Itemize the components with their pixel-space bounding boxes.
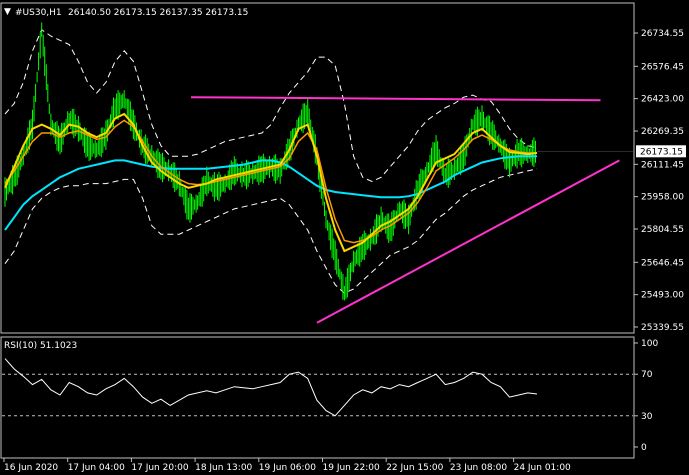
current-price-tag: 26173.15 <box>636 145 686 158</box>
rsi-tick-label: 100 <box>641 339 658 349</box>
time-tick-label: 22 Jun 15:00 <box>386 463 443 473</box>
symbol-label: #US30,H1 <box>15 8 62 18</box>
rsi-tick-label: 0 <box>641 443 647 453</box>
price-tick-label: 25646.45 <box>641 258 684 268</box>
ohlc-values: 26140.50 26173.15 26137.35 26173.15 <box>68 8 248 18</box>
price-tick-label: 26734.55 <box>641 29 684 39</box>
price-tick-label: 25804.55 <box>641 225 684 235</box>
time-tick-label: 23 Jun 08:00 <box>450 463 507 473</box>
rsi-tick-label: 30 <box>641 412 653 422</box>
price-tick-label: 26423.00 <box>641 95 684 105</box>
rsi-title: RSI(10) 51.1023 <box>4 341 77 351</box>
time-tick-label: 17 Jun 20:00 <box>131 463 188 473</box>
time-tick-label: 16 Jun 2020 <box>4 463 58 473</box>
price-tick-label: 26269.35 <box>641 127 684 137</box>
current-price-value: 26173.15 <box>640 147 683 157</box>
chart: ▼ #US30,H1 26140.50 26173.15 26137.35 26… <box>0 0 689 475</box>
time-tick-label: 24 Jun 01:00 <box>514 463 571 473</box>
price-tick-label: 25493.00 <box>641 291 684 301</box>
price-tick-label: 25958.00 <box>641 193 684 203</box>
time-tick-label: 19 Jun 06:00 <box>259 463 316 473</box>
time-tick-label: 19 Jun 22:00 <box>323 463 380 473</box>
chart-background <box>0 0 689 475</box>
price-tick-label: 26576.45 <box>641 62 684 72</box>
time-tick-label: 17 Jun 04:00 <box>68 463 125 473</box>
dropdown-arrow-icon[interactable]: ▼ <box>4 7 11 17</box>
price-tick-label: 26111.45 <box>641 160 684 170</box>
rsi-tick-label: 70 <box>641 370 653 380</box>
price-tick-label: 25339.55 <box>641 323 684 333</box>
time-tick-label: 18 Jun 13:00 <box>195 463 252 473</box>
